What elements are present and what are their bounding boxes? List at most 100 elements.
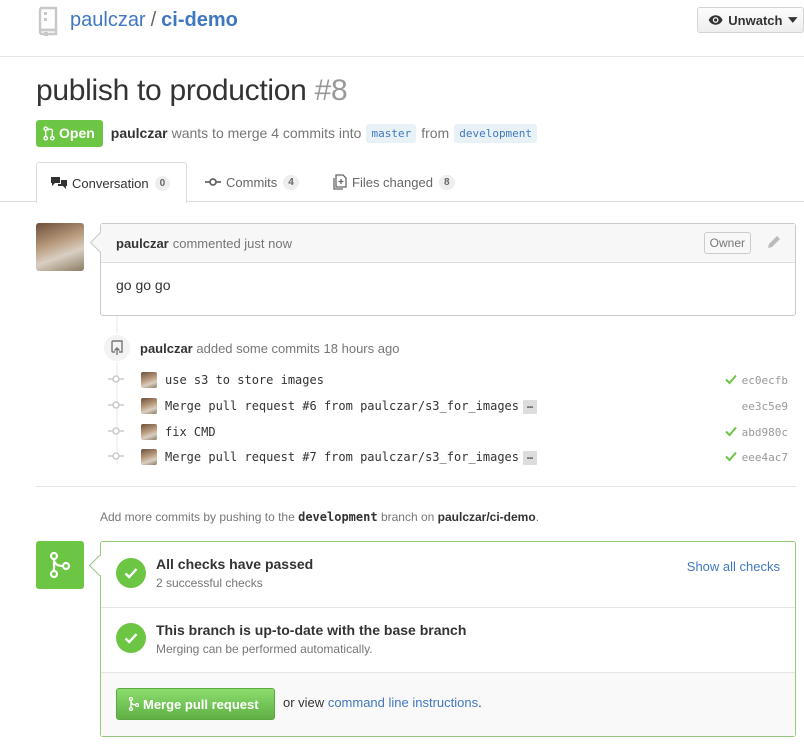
pr-tabs: Conversation 0 Commits 4 Files changed 8 — [0, 162, 804, 203]
push-note: Add more commits by pushing to the devel… — [100, 510, 539, 524]
unwatch-label: Unwatch — [728, 12, 783, 28]
avatar[interactable] — [36, 223, 84, 271]
or-view-label: or view — [283, 695, 325, 710]
commit-author-avatar[interactable] — [141, 398, 157, 414]
pr-title-text: publish to production — [36, 74, 307, 107]
tab-files-changed[interactable]: Files changed 8 — [333, 162, 455, 202]
comment-header: paulczar commented just now Owner — [101, 224, 795, 263]
commits-event-text: paulczar added some commits 18 hours ago — [140, 341, 399, 356]
checks-title: All checks have passed — [156, 556, 314, 572]
repo-title: paulczar / ci-demo — [70, 9, 238, 32]
command-line-instructions-link[interactable]: command line instructions — [328, 695, 478, 710]
comment-discussion-icon — [51, 177, 67, 189]
merge-box: All checks have passed 2 successful chec… — [100, 541, 796, 737]
base-branch[interactable]: master — [366, 123, 417, 143]
merge-pull-request-button[interactable]: Merge pull request — [116, 688, 275, 720]
comment-body: go go go — [116, 277, 171, 293]
commit-row: use s3 to store images ec0ecfb — [108, 370, 796, 390]
pencil-icon[interactable] — [767, 235, 781, 249]
tab-conversation-label: Conversation — [72, 175, 149, 191]
commit-message-link[interactable]: use s3 to store images — [165, 373, 324, 387]
commit-author-avatar[interactable] — [141, 424, 157, 440]
pr-number: #8 — [314, 74, 348, 107]
push-note-suffix: . — [535, 510, 540, 524]
check-circle-icon — [116, 558, 146, 588]
uptodate-subtitle: Merging can be performed automatically. — [156, 642, 373, 656]
commit-author-avatar[interactable] — [141, 372, 157, 388]
repo-push-event-badge — [102, 333, 132, 363]
git-commit-icon — [108, 427, 124, 435]
push-note-branch: development — [298, 510, 378, 524]
repo-name-link[interactable]: ci-demo — [161, 9, 238, 31]
expand-message-button[interactable]: … — [523, 450, 538, 465]
comment-action: commented just now — [172, 235, 292, 251]
commit-message-link[interactable]: Merge pull request #6 from paulczar/s3_f… — [165, 399, 538, 414]
commit-message-text[interactable]: Merge pull request #6 from paulczar/s3_f… — [165, 399, 519, 413]
show-all-checks-link[interactable]: Show all checks — [687, 559, 780, 574]
unwatch-button[interactable]: Unwatch — [697, 7, 804, 33]
commit-sha-link[interactable]: ee3c5e9 — [742, 400, 788, 413]
commit-message-text[interactable]: Merge pull request #7 from paulczar/s3_f… — [165, 450, 519, 464]
check-circle-icon — [116, 623, 146, 653]
commits-event-description: added some commits 18 hours ago — [196, 341, 400, 356]
tab-files-label: Files changed — [352, 174, 433, 190]
commit-sha-link[interactable]: ec0ecfb — [742, 374, 788, 387]
commit-row: Merge pull request #6 from paulczar/s3_f… — [108, 396, 796, 416]
repo-icon — [38, 6, 58, 36]
tab-commits[interactable]: Commits 4 — [205, 162, 299, 202]
repo-push-icon — [111, 340, 123, 355]
commit-author-avatar[interactable] — [141, 449, 157, 465]
git-commit-icon — [108, 452, 124, 460]
eye-icon — [708, 15, 723, 25]
comment: paulczar commented just now Owner go go … — [100, 223, 796, 316]
tab-conversation[interactable]: Conversation 0 — [36, 162, 187, 203]
tab-commits-count: 4 — [283, 174, 299, 190]
owner-badge: Owner — [703, 232, 751, 254]
merge-status-icon-box — [36, 541, 84, 589]
tab-conversation-count: 0 — [154, 175, 171, 191]
git-merge-icon — [49, 551, 71, 579]
git-pull-request-icon — [43, 125, 55, 141]
commits-event-author-link[interactable]: paulczar — [140, 341, 193, 356]
pr-meta: Open paulczar wants to merge 4 commits i… — [36, 119, 542, 147]
check-icon[interactable] — [725, 373, 737, 385]
divider — [36, 486, 796, 487]
tab-files-count: 8 — [438, 174, 455, 190]
repo-header: paulczar / ci-demo Unwatch — [0, 0, 804, 57]
push-note-prefix: Add more commits by pushing to the — [100, 510, 295, 524]
caret-down-icon — [788, 17, 798, 23]
expand-message-button[interactable]: … — [523, 399, 538, 414]
git-merge-icon — [129, 697, 139, 711]
repo-separator: / — [150, 9, 157, 31]
merge-actions-section: Merge pull request or view command line … — [101, 673, 795, 736]
pr-author-link[interactable]: paulczar — [111, 125, 168, 141]
status-label: Open — [59, 125, 95, 141]
checks-subtitle: 2 successful checks — [156, 576, 263, 590]
commit-message-link[interactable]: Merge pull request #7 from paulczar/s3_f… — [165, 450, 538, 465]
commit-message-link[interactable]: fix CMD — [165, 425, 216, 439]
push-note-repo: paulczar/ci-demo — [437, 510, 536, 524]
from-text: from — [421, 125, 450, 141]
check-icon[interactable] — [725, 425, 737, 437]
merge-button-label: Merge pull request — [143, 696, 259, 712]
git-commit-icon — [205, 178, 221, 186]
merge-text: wants to merge 4 commits into — [171, 125, 362, 141]
diff-icon — [333, 174, 347, 190]
commit-sha-link[interactable]: eee4ac7 — [742, 451, 788, 464]
git-commit-icon — [108, 375, 124, 383]
repo-owner-link[interactable]: paulczar — [70, 9, 146, 31]
status-badge: Open — [36, 119, 103, 147]
check-icon[interactable] — [725, 450, 737, 462]
commit-row: fix CMD abd980c — [108, 422, 796, 442]
tab-commits-label: Commits — [226, 174, 278, 190]
git-commit-icon — [108, 401, 124, 409]
commit-row: Merge pull request #7 from paulczar/s3_f… — [108, 447, 796, 467]
commit-sha-link[interactable]: abd980c — [742, 426, 788, 439]
or-view-period: . — [478, 695, 482, 710]
head-branch[interactable]: development — [454, 123, 538, 143]
page-title: publish to production #8 — [36, 74, 348, 108]
or-view-text: or view command line instructions. — [283, 695, 482, 710]
checks-section: All checks have passed 2 successful chec… — [101, 542, 795, 608]
uptodate-title: This branch is up-to-date with the base … — [156, 622, 467, 638]
comment-author-link[interactable]: paulczar — [116, 236, 169, 251]
